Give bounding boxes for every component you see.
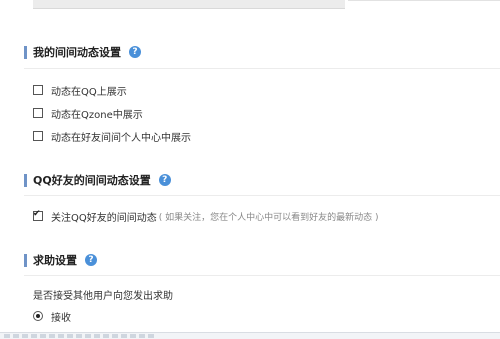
option-show-on-qzone[interactable]: 动态在Qzone中展示 bbox=[33, 106, 143, 121]
option-label: 动态在QQ上展示 bbox=[51, 86, 127, 98]
option-label: 动态在Qzone中展示 bbox=[51, 109, 143, 121]
option-show-in-friend-center[interactable]: 动态在好友间间个人中心中展示 bbox=[33, 129, 191, 144]
option-label: 动态在好友间间个人中心中展示 bbox=[51, 132, 191, 144]
checkbox[interactable] bbox=[33, 131, 43, 141]
help-settings-title: 求助设置 bbox=[33, 254, 77, 267]
cut-off-content bbox=[4, 334, 154, 338]
radio-label: 接收 bbox=[51, 312, 71, 324]
help-icon[interactable]: ? bbox=[129, 46, 141, 58]
option-label: 关注QQ好友的间间动态 bbox=[51, 212, 157, 224]
option-show-on-qq[interactable]: 动态在QQ上展示 bbox=[33, 83, 127, 98]
section-accent-bar bbox=[24, 45, 27, 59]
radio-button[interactable] bbox=[33, 311, 43, 321]
help-icon[interactable]: ? bbox=[158, 174, 171, 186]
qq-friends-settings-title: QQ好友的间间动态设置 bbox=[33, 174, 151, 187]
section-divider bbox=[24, 68, 500, 69]
section-accent-bar bbox=[24, 253, 27, 267]
option-follow-qq-friends[interactable]: 关注QQ好友的间间动态 ( 如果关注，您在个人中心中可以看到好友的最新动态 ) bbox=[33, 209, 379, 224]
section-accent-bar bbox=[24, 173, 27, 187]
radio-accept[interactable]: 接收 bbox=[33, 309, 71, 324]
checkbox[interactable] bbox=[33, 85, 43, 95]
qq-friends-settings-header: QQ好友的间间动态设置 ? bbox=[24, 172, 171, 188]
top-divider bbox=[348, 0, 500, 1]
help-question-text: 是否接受其他用户向您发出求助 bbox=[33, 291, 173, 302]
feed-settings-header: 我的间间动态设置 ? bbox=[24, 44, 141, 60]
help-icon[interactable]: ? bbox=[85, 254, 97, 266]
option-hint: ( 如果关注，您在个人中心中可以看到好友的最新动态 ) bbox=[158, 212, 379, 223]
checkbox[interactable] bbox=[33, 209, 43, 221]
section-divider bbox=[24, 195, 500, 196]
section-divider bbox=[24, 275, 500, 276]
checkbox[interactable] bbox=[33, 108, 43, 118]
feed-settings-title: 我的间间动态设置 bbox=[33, 46, 121, 59]
help-settings-header: 求助设置 ? bbox=[24, 252, 97, 268]
top-panel bbox=[33, 0, 345, 9]
